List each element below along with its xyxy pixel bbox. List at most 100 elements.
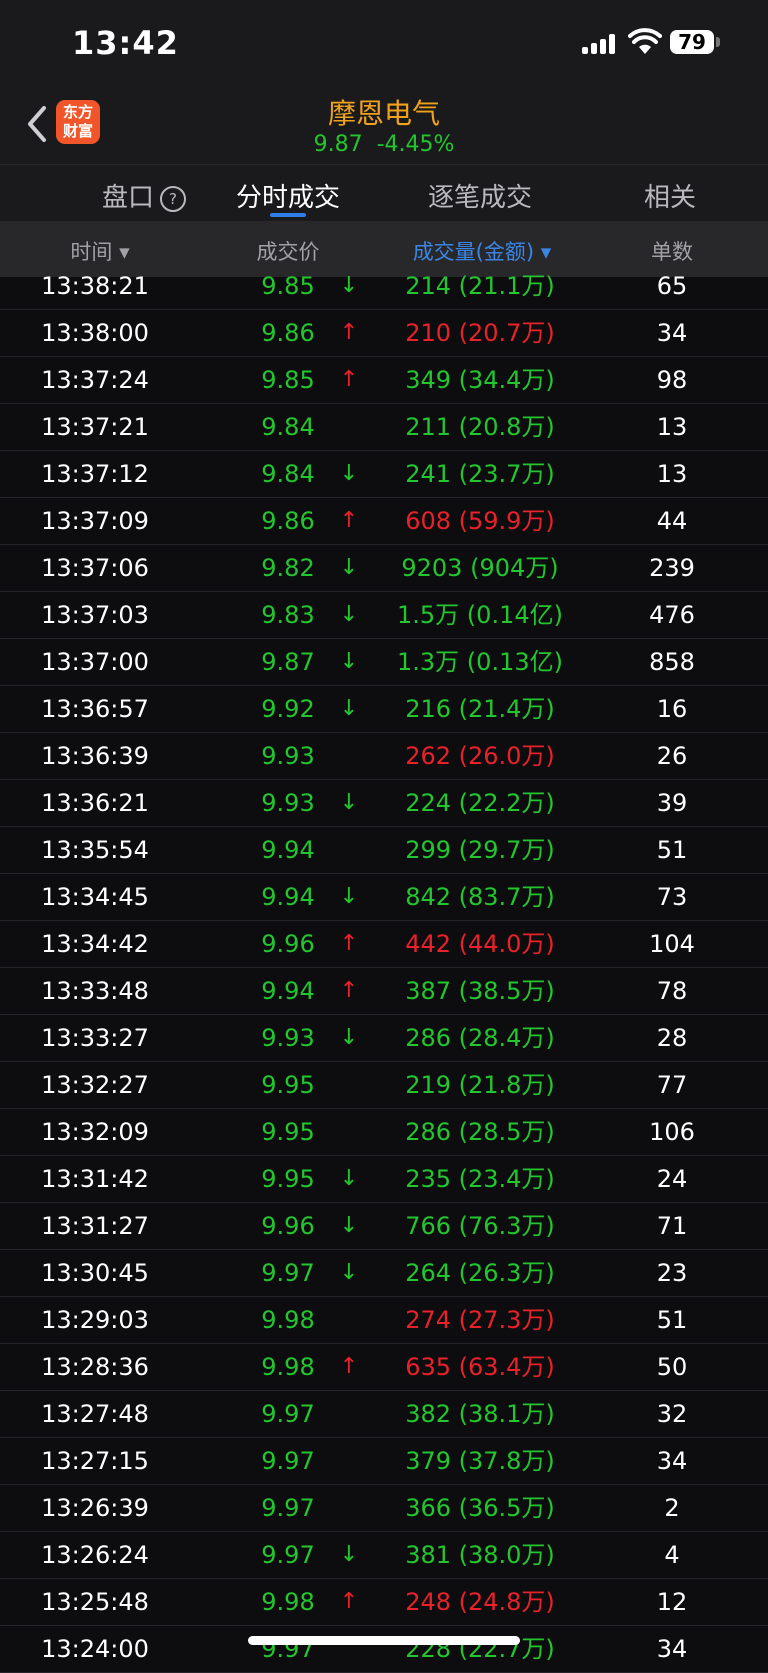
- trade-time: 13:33:27: [41, 1024, 149, 1052]
- last-price: 9.87: [313, 132, 363, 157]
- trade-volume: 1.3万 (0.13亿): [397, 648, 563, 676]
- trade-price: 9.85: [261, 272, 315, 300]
- tab-related[interactable]: 相关: [630, 177, 710, 214]
- trade-volume: 210 (20.7万): [405, 319, 555, 347]
- trade-count: 2: [664, 1494, 680, 1522]
- trade-price: 9.94: [261, 836, 315, 864]
- trade-time: 13:34:42: [41, 930, 149, 958]
- arrow-up-icon: ↑: [339, 978, 359, 1003]
- home-indicator[interactable]: [248, 1636, 520, 1645]
- trade-price: 9.95: [261, 1165, 315, 1193]
- trade-price: 9.82: [261, 554, 315, 582]
- arrow-down-icon: ↓: [339, 790, 359, 815]
- col-volume-header[interactable]: 成交量(金额) ▾: [392, 236, 572, 266]
- trade-time: 13:38:00: [41, 319, 149, 347]
- arrow-up-icon: ↑: [339, 320, 359, 345]
- arrow-up-icon: ↑: [339, 508, 359, 533]
- trade-volume: 224 (22.2万): [405, 789, 555, 817]
- trade-volume: 264 (26.3万): [405, 1259, 555, 1287]
- trade-count: 34: [656, 1447, 688, 1475]
- trade-price: 9.85: [261, 366, 315, 394]
- trade-count: 98: [656, 366, 688, 394]
- trade-count: 4: [664, 1541, 680, 1569]
- tab-pankou[interactable]: 盘口?: [64, 177, 224, 214]
- trade-time: 13:32:27: [41, 1071, 149, 1099]
- col-volume-label: 成交量(金额): [412, 240, 535, 264]
- change-percent: -4.45%: [376, 132, 455, 157]
- trade-time: 13:30:45: [41, 1259, 149, 1287]
- active-tab-indicator: [270, 213, 306, 217]
- arrow-down-icon: ↓: [339, 1213, 359, 1238]
- table-row: 13:27:48 9.97 382 (38.1万) 32: [0, 1391, 768, 1438]
- trade-price: 9.97: [261, 1259, 315, 1287]
- trade-volume: 387 (38.5万): [405, 977, 555, 1005]
- trade-count: 858: [649, 648, 695, 676]
- trade-count: 32: [656, 1400, 688, 1428]
- tab-fenshi[interactable]: 分时成交: [218, 177, 358, 214]
- trade-price: 9.97: [261, 1447, 315, 1475]
- table-row: 13:25:48 9.98 ↑ 248 (24.8万) 12: [0, 1579, 768, 1626]
- help-icon[interactable]: ?: [160, 185, 186, 212]
- arrow-down-icon: ↓: [339, 1542, 359, 1567]
- table-row: 13:37:12 9.84 ↓ 241 (23.7万) 13: [0, 451, 768, 498]
- trade-price: 9.95: [261, 1118, 315, 1146]
- trade-price: 9.94: [261, 977, 315, 1005]
- table-row: 13:31:27 9.96 ↓ 766 (76.3万) 71: [0, 1203, 768, 1250]
- table-row: 13:37:03 9.83 ↓ 1.5万 (0.14亿) 476: [0, 592, 768, 639]
- trade-price: 9.95: [261, 1071, 315, 1099]
- trade-price: 9.98: [261, 1588, 315, 1616]
- trade-time: 13:34:45: [41, 883, 149, 911]
- trade-volume: 766 (76.3万): [405, 1212, 555, 1240]
- col-count-header: 单数: [651, 240, 693, 264]
- trade-count: 239: [649, 554, 695, 582]
- trade-list[interactable]: 13:38:21 9.85 ↓ 214 (21.1万) 65 13:38:00 9.86 ↑ 2…: [0, 263, 768, 1673]
- trade-volume: 608 (59.9万): [405, 507, 555, 535]
- table-row: 13:34:45 9.94 ↓ 842 (83.7万) 73: [0, 874, 768, 921]
- trade-count: 16: [656, 695, 688, 723]
- table-row: 13:38:21 9.85 ↓ 214 (21.1万) 65: [0, 263, 768, 310]
- table-row: 13:24:00 9.97 228 (22.7万) 34: [0, 1626, 768, 1673]
- tab-zhubi[interactable]: 逐笔成交: [410, 177, 550, 214]
- trade-count: 51: [656, 1306, 688, 1334]
- trade-volume: 214 (21.1万): [405, 272, 555, 300]
- table-row: 13:36:21 9.93 ↓ 224 (22.2万) 39: [0, 780, 768, 827]
- trade-count: 13: [656, 413, 688, 441]
- trade-time: 13:26:39: [41, 1494, 149, 1522]
- table-row: 13:32:09 9.95 286 (28.5万) 106: [0, 1109, 768, 1156]
- trade-time: 13:29:03: [41, 1306, 149, 1334]
- trade-volume: 274 (27.3万): [405, 1306, 555, 1334]
- trade-time: 13:37:21: [41, 413, 149, 441]
- trade-count: 13: [656, 460, 688, 488]
- table-row: 13:33:27 9.93 ↓ 286 (28.4万) 28: [0, 1015, 768, 1062]
- trade-volume: 635 (63.4万): [405, 1353, 555, 1381]
- table-row: 13:26:39 9.97 366 (36.5万) 2: [0, 1485, 768, 1532]
- col-time-header[interactable]: 时间 ▾: [40, 236, 160, 266]
- table-row: 13:38:00 9.86 ↑ 210 (20.7万) 34: [0, 310, 768, 357]
- table-row: 13:37:21 9.84 211 (20.8万) 13: [0, 404, 768, 451]
- trade-time: 13:27:48: [41, 1400, 149, 1428]
- trade-price: 9.94: [261, 883, 315, 911]
- trade-count: 24: [656, 1165, 688, 1193]
- col-price-header: 成交价: [256, 240, 320, 264]
- col-time-label: 时间: [70, 240, 113, 264]
- arrow-down-icon: ↓: [339, 649, 359, 674]
- trade-time: 13:35:54: [41, 836, 149, 864]
- trade-price: 9.86: [261, 507, 315, 535]
- trade-count: 51: [656, 836, 688, 864]
- trade-time: 13:36:21: [41, 789, 149, 817]
- sort-active-icon: ▾: [540, 240, 552, 264]
- trade-time: 13:38:21: [41, 272, 149, 300]
- arrow-down-icon: ↓: [339, 1260, 359, 1285]
- arrow-down-icon: ↓: [339, 696, 359, 721]
- table-row: 13:27:15 9.97 379 (37.8万) 34: [0, 1438, 768, 1485]
- stock-quote: 9.87 -4.45%: [0, 132, 768, 157]
- arrow-down-icon: ↓: [339, 273, 359, 298]
- trade-time: 13:37:03: [41, 601, 149, 629]
- trade-count: 65: [656, 272, 688, 300]
- trade-count: 77: [656, 1071, 688, 1099]
- cellular-signal-icon: [582, 34, 622, 54]
- trade-volume: 299 (29.7万): [405, 836, 555, 864]
- arrow-up-icon: ↑: [339, 1589, 359, 1614]
- trade-count: 71: [656, 1212, 688, 1240]
- trade-volume: 248 (24.8万): [405, 1588, 555, 1616]
